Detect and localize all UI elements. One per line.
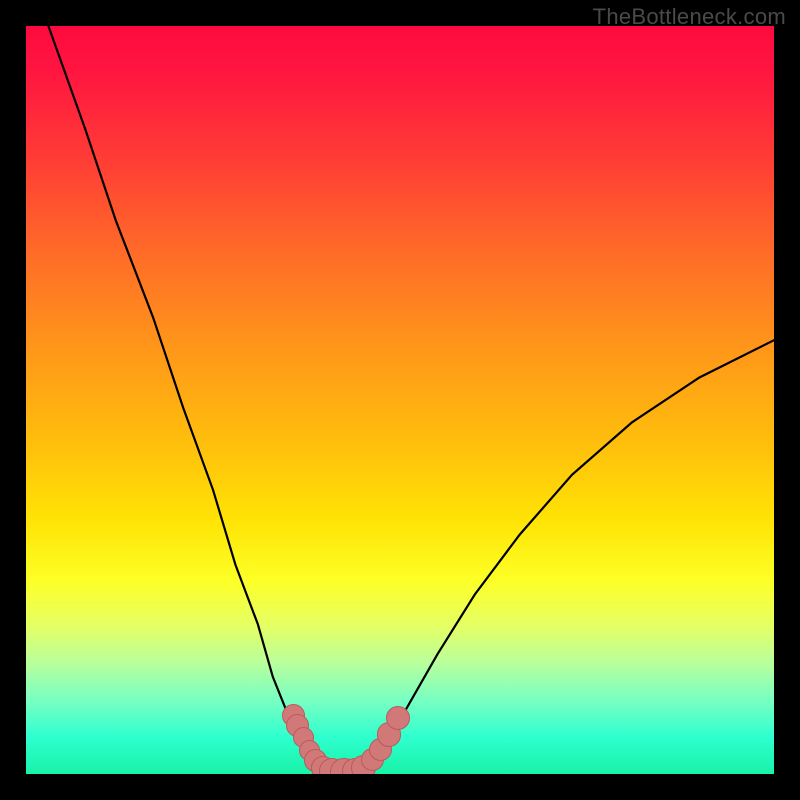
watermark-text: TheBottleneck.com [593,4,786,30]
gradient-background [26,26,774,774]
plot-area [26,26,774,774]
outer-black-frame: TheBottleneck.com [0,0,800,800]
